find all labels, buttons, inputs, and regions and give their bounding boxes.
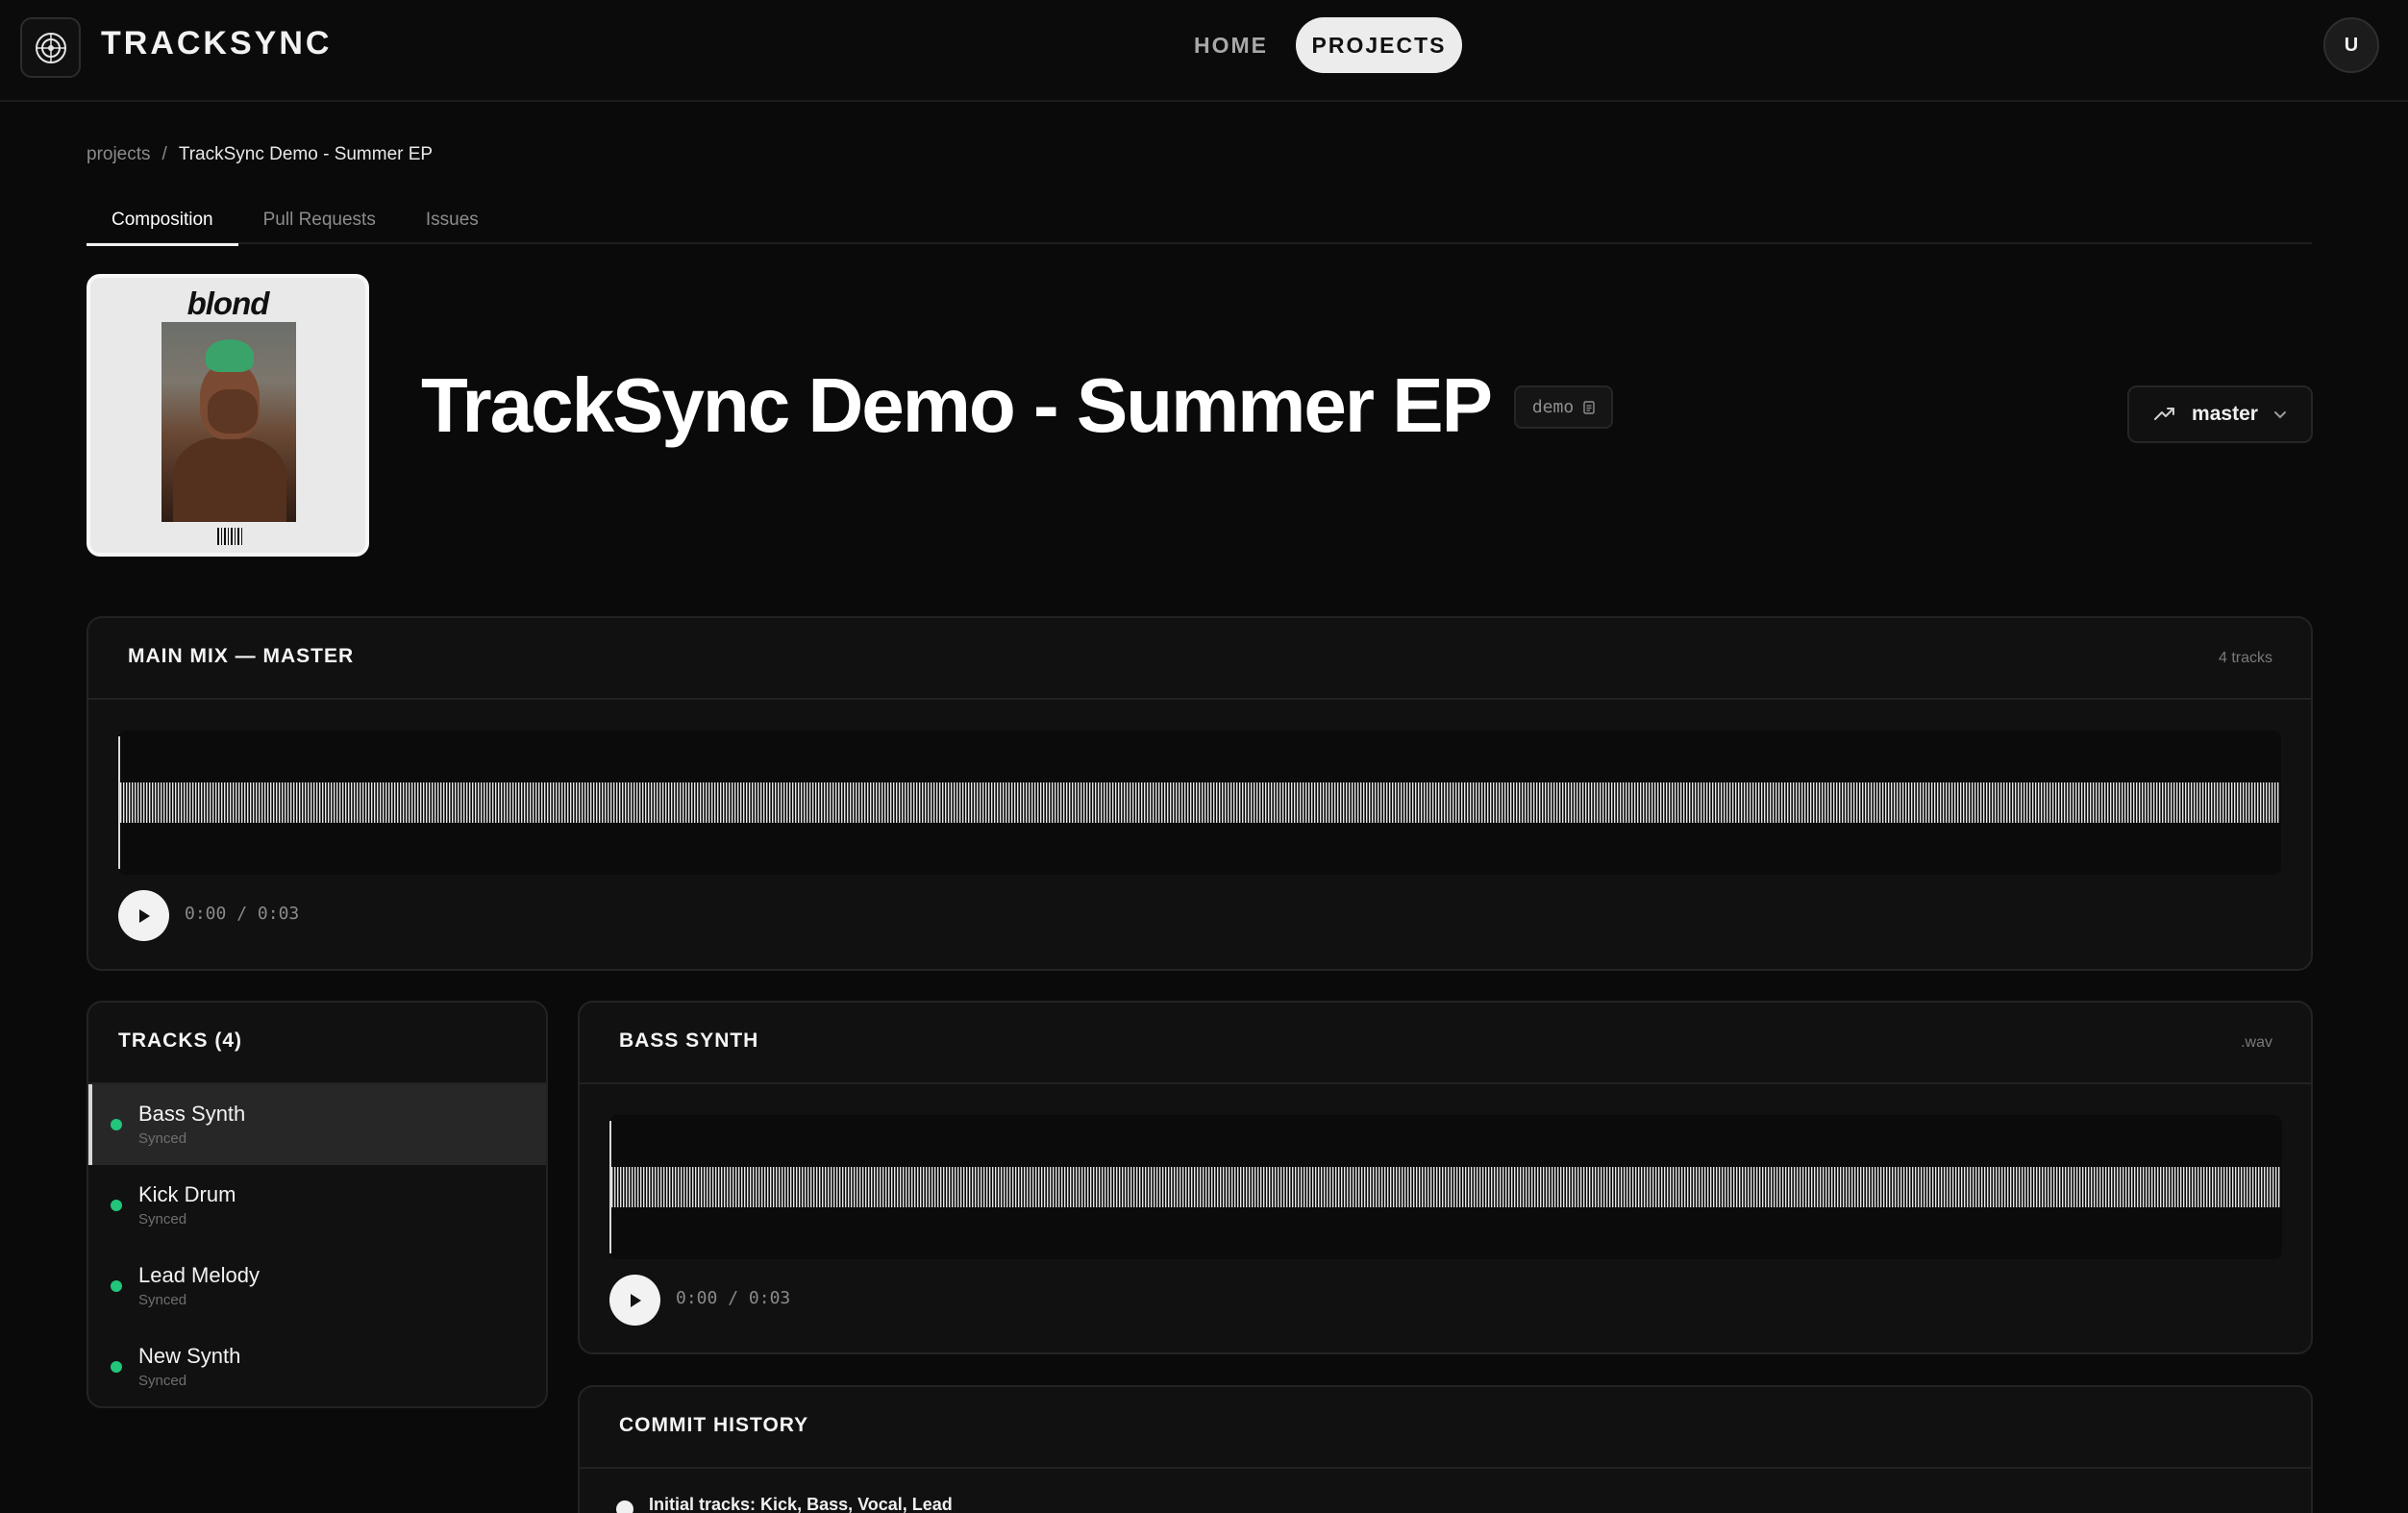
breadcrumb-current: TrackSync Demo - Summer EP [178,144,434,164]
track-item-kick-drum[interactable]: Kick Drum Synced [88,1165,546,1246]
track-status: Synced [138,1130,187,1147]
playhead[interactable] [118,736,120,869]
top-nav-bar: TRACKSYNC HOME PROJECTS U [0,0,2408,102]
brand-name[interactable]: TRACKSYNC [101,25,332,62]
album-cover: blond [87,274,369,557]
cover-photo [161,322,296,522]
main-mix-time-current: 0:00 [185,904,227,924]
demo-badge-label: demo [1531,397,1575,417]
tracks-header: TRACKS (4) [88,1003,546,1084]
main-mix-panel: MAIN MIX — MASTER 4 tracks 0:00 / 0:03 [87,616,2313,971]
tracks-panel: TRACKS (4) Bass Synth Synced Kick Drum S… [87,1001,548,1408]
play-icon [630,1293,641,1307]
commit-history-title: COMMIT HISTORY [619,1414,809,1436]
synced-status-dot [111,1361,122,1373]
nav-projects[interactable]: PROJECTS [1296,17,1462,73]
main-mix-time-total: 0:03 [257,904,300,924]
track-item-lead-melody[interactable]: Lead Melody Synced [88,1246,546,1327]
track-time-current: 0:00 [676,1288,718,1308]
track-item-bass-synth[interactable]: Bass Synth Synced [88,1084,546,1165]
main-mix-waveform[interactable] [118,731,2281,875]
track-name: Lead Melody [138,1263,260,1287]
playhead[interactable] [609,1121,611,1253]
commit-history-panel: COMMIT HISTORY Initial tracks: Kick, Bas… [578,1385,2313,1513]
nav-home[interactable]: HOME [1173,17,1289,73]
play-icon [138,908,150,923]
project-tabs: Composition Pull Requests Issues [87,196,2312,246]
trending-icon [2154,408,2175,420]
synced-status-dot [111,1200,122,1211]
track-detail-title: BASS SYNTH [619,1029,759,1052]
chevron-down-icon [2273,411,2286,419]
commit-message[interactable]: Initial tracks: Kick, Bass, Vocal, Lead [649,1495,953,1513]
main-mix-title: MAIN MIX — MASTER [128,645,355,667]
track-waveform[interactable] [609,1115,2282,1259]
track-play-button[interactable] [609,1275,660,1326]
track-time: 0:00 / 0:03 [676,1288,790,1308]
track-name: Bass Synth [138,1102,246,1126]
track-status: Synced [138,1211,187,1228]
breadcrumb-projects-link[interactable]: projects [87,144,151,165]
file-icon [1583,400,1595,414]
waveform-bars [120,782,2279,823]
main-mix-header: MAIN MIX — MASTER 4 tracks [88,618,2311,700]
logo-icon [35,32,66,63]
project-title: TrackSync Demo - Summer EP [421,362,1493,448]
commit-history-header: COMMIT HISTORY [580,1387,2311,1469]
track-detail-panel: BASS SYNTH .wav 0:00 / 0:03 [578,1001,2313,1354]
branch-selector[interactable]: master [2127,385,2313,443]
tab-pull-requests[interactable]: Pull Requests [238,196,401,244]
demo-badge[interactable]: demo [1514,385,1613,429]
commit-dot [616,1501,633,1513]
tab-composition[interactable]: Composition [87,196,238,246]
synced-status-dot [111,1119,122,1130]
logo[interactable] [20,17,81,78]
cover-title: blond [186,285,270,321]
track-status: Synced [138,1373,187,1389]
breadcrumb-separator: / [161,144,167,164]
track-name: New Synth [138,1344,241,1368]
waveform-bars [611,1167,2280,1207]
main-mix-track-count: 4 tracks [2218,650,2272,666]
tab-issues[interactable]: Issues [401,196,504,244]
branch-name: master [2192,403,2258,425]
track-item-new-synth[interactable]: New Synth Synced [88,1327,546,1406]
track-time-total: 0:03 [748,1288,791,1308]
track-status: Synced [138,1292,187,1308]
track-time-separator: / [728,1288,739,1308]
tracks-title: TRACKS (4) [118,1029,242,1052]
main-mix-time: 0:00 / 0:03 [185,904,299,924]
main-mix-time-separator: / [236,904,248,924]
track-detail-header: BASS SYNTH .wav [580,1003,2311,1084]
track-name: Kick Drum [138,1182,236,1206]
cover-barcode [217,528,242,545]
avatar[interactable]: U [2323,17,2379,73]
synced-status-dot [111,1280,122,1292]
breadcrumb: projects / TrackSync Demo - Summer EP [87,144,433,165]
track-file-type: .wav [2241,1034,2272,1051]
main-mix-play-button[interactable] [118,890,169,941]
